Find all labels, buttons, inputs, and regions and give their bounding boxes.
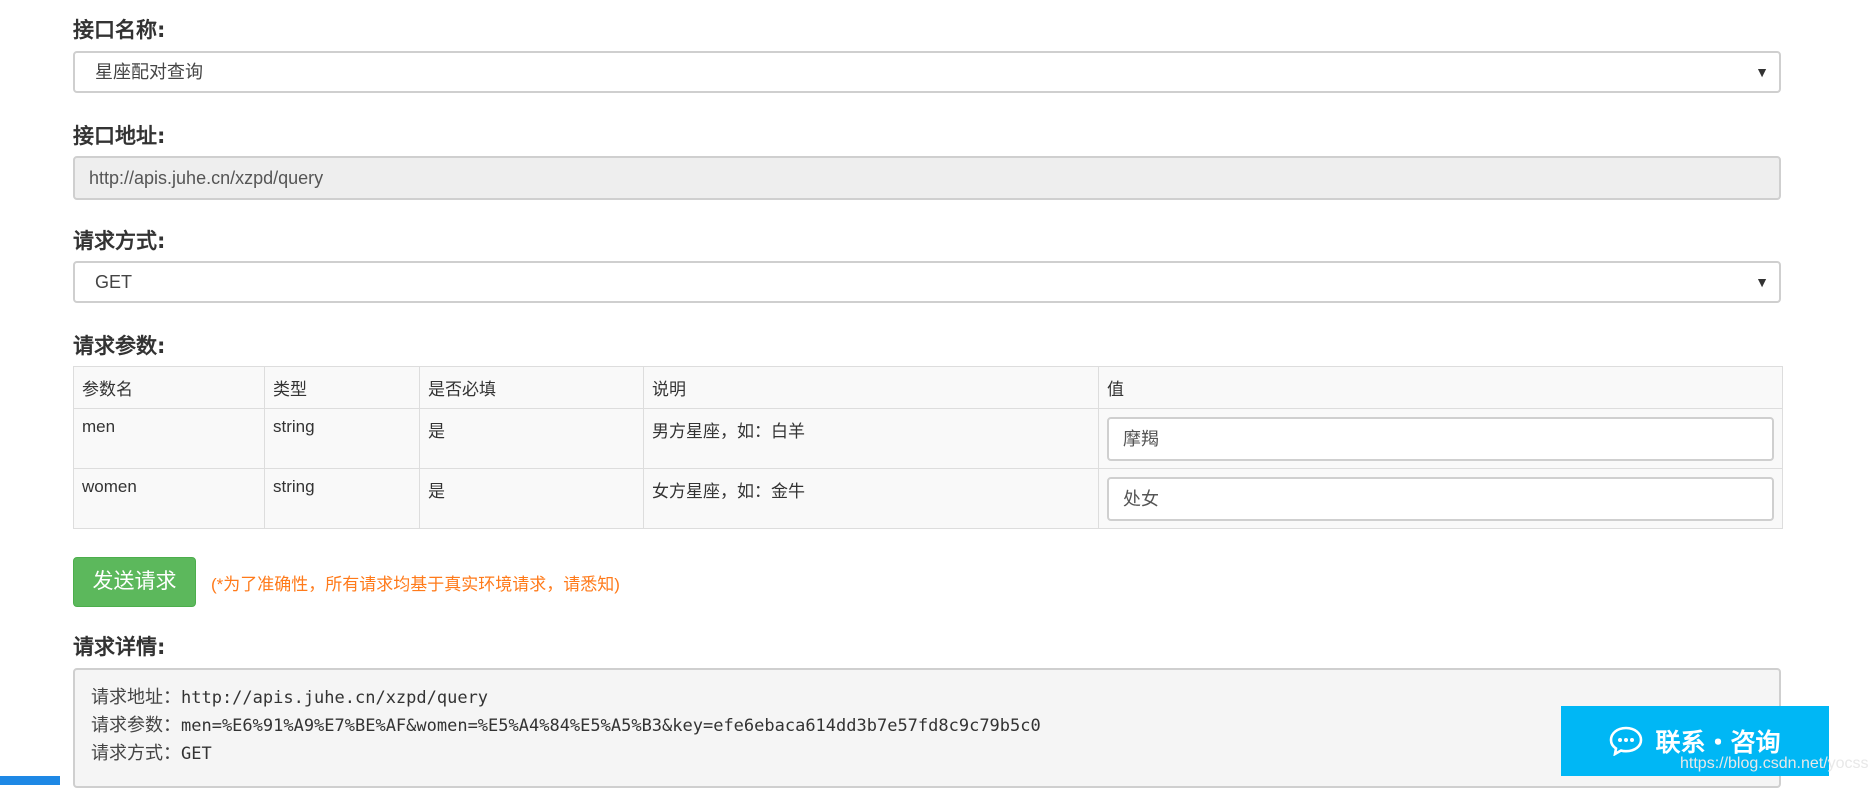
detail-address-line: 请求地址：http://apis.juhe.cn/xzpd/query [91,684,1763,712]
method-selected-value: GET [95,272,133,292]
header-param-name: 参数名 [73,366,265,409]
detail-params-line: 请求参数：men=%E6%91%A9%E7%BE%AF&women=%E5%A4… [91,712,1763,740]
detail-address-value: http://apis.juhe.cn/xzpd/query [181,688,489,708]
send-request-button[interactable]: 发送请求 [73,557,196,607]
param-name: men [73,408,265,469]
detail-method-key: 请求方式： [91,743,181,764]
details-label: 请求详情: [73,635,166,659]
men-value-input[interactable]: 摩羯 [1107,416,1774,461]
table-row: men string 是 男方星座，如：白羊 摩羯 [73,408,1783,469]
param-value-cell: 摩羯 [1098,408,1783,469]
detail-method-value: GET [181,744,212,764]
detail-params-key: 请求参数： [91,715,181,736]
women-value-input[interactable]: 处女 [1107,476,1774,521]
params-table-header: 参数名 类型 是否必填 说明 值 [73,366,1783,409]
api-address-field: http://apis.juhe.cn/xzpd/query [73,156,1781,200]
header-required: 是否必填 [419,366,644,409]
param-description: 男方星座，如：白羊 [643,408,1099,469]
chevron-down-icon: ▼ [1755,64,1769,80]
param-type: string [264,468,420,529]
table-row: women string 是 女方星座，如：金牛 处女 [73,468,1783,529]
header-type: 类型 [264,366,420,409]
param-name: women [73,468,265,529]
corner-accent [0,776,60,785]
api-name-label: 接口名称: [73,18,166,42]
accuracy-note: (*为了准确性，所有请求均基于真实环境请求，请悉知) [211,575,620,594]
api-name-select[interactable]: 星座配对查询 ▼ [73,51,1781,93]
watermark: https://blog.csdn.net/yocss [1680,755,1869,772]
detail-address-key: 请求地址： [91,687,181,708]
header-value: 值 [1098,366,1783,409]
contact-consult-label: 联系・咨询 [1655,728,1781,757]
param-required: 是 [419,408,644,469]
method-label: 请求方式: [73,229,166,253]
params-label: 请求参数: [73,334,166,358]
detail-method-line: 请求方式：GET [91,740,1763,768]
api-address-label: 接口地址: [73,124,166,148]
params-table: 参数名 类型 是否必填 说明 值 men string 是 男方星座，如：白羊 … [73,366,1783,529]
method-select[interactable]: GET ▼ [73,261,1781,303]
param-value-cell: 处女 [1098,468,1783,529]
detail-params-value: men=%E6%91%A9%E7%BE%AF&women=%E5%A4%84%E… [181,716,1041,736]
param-type: string [264,408,420,469]
api-name-selected-value: 星座配对查询 [95,62,203,82]
header-description: 说明 [643,366,1099,409]
chevron-down-icon: ▼ [1755,274,1769,290]
request-details-box: 请求地址：http://apis.juhe.cn/xzpd/query 请求参数… [73,668,1781,788]
param-required: 是 [419,468,644,529]
param-description: 女方星座，如：金牛 [643,468,1099,529]
chat-bubble-icon [1610,726,1643,756]
